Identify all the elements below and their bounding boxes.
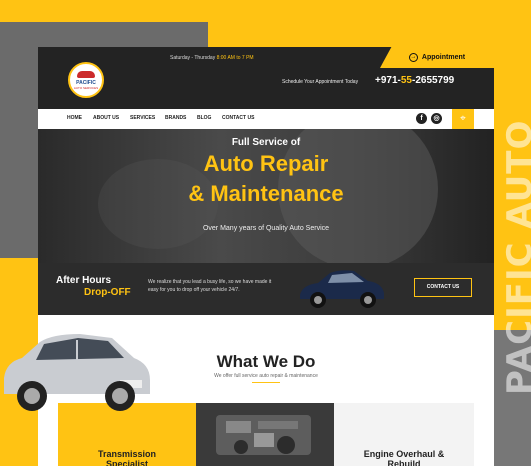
after-hours-title: After Hours bbox=[56, 275, 112, 286]
service-card-title: Engine Overhaul & Rebuild bbox=[363, 449, 445, 466]
service-card-title: Transmission Specialist bbox=[97, 449, 157, 466]
phone-area: 55 bbox=[400, 75, 412, 86]
instagram-icon[interactable]: ◎ bbox=[431, 113, 442, 124]
logo-car-icon bbox=[77, 70, 95, 78]
hero-title-line1: Auto Repair bbox=[203, 151, 329, 176]
phone-number[interactable]: +971-55-2655799 bbox=[375, 75, 454, 86]
map-pin-icon[interactable]: ⌖ bbox=[452, 109, 474, 129]
vertical-brand-text: PACIFIC AUTO bbox=[500, 119, 531, 395]
after-hours-description: We realize that you lead a busy life, so… bbox=[148, 279, 272, 293]
dark-car-image bbox=[300, 270, 384, 308]
service-card-engine-image[interactable] bbox=[196, 403, 334, 466]
after-hours-bar: After Hours Drop-OFF We realize that you… bbox=[38, 263, 494, 315]
drop-off-title: Drop-OFF bbox=[84, 287, 131, 298]
service-card-engine-overhaul[interactable]: Engine Overhaul & Rebuild bbox=[334, 403, 474, 466]
hours-days: Saturday - Thursday bbox=[170, 55, 217, 61]
appointment-label: Appointment bbox=[421, 54, 466, 61]
nav-item-contact[interactable]: CONTACT US bbox=[222, 115, 254, 121]
facebook-icon[interactable]: f bbox=[416, 113, 427, 124]
nav-item-blog[interactable]: BLOG bbox=[197, 115, 211, 121]
hero-banner: Full Service of Auto Repair & Maintenanc… bbox=[38, 129, 494, 263]
nav-item-about[interactable]: ABOUT US bbox=[93, 115, 119, 121]
hero-eyebrow: Full Service of bbox=[231, 137, 301, 148]
top-header: PACIFIC AUTO SERVICES Saturday - Thursda… bbox=[38, 47, 494, 109]
engine-image bbox=[196, 403, 334, 466]
schedule-text: Schedule Your Appointment Today bbox=[282, 79, 359, 85]
nav-item-brands[interactable]: BRANDS bbox=[165, 115, 186, 121]
phone-suffix: -2655799 bbox=[411, 75, 455, 86]
contact-us-button[interactable]: CONTACT US bbox=[414, 278, 472, 297]
section-divider bbox=[252, 382, 280, 383]
logo-tagline: AUTO SERVICES bbox=[73, 85, 99, 90]
nav-item-home[interactable]: HOME bbox=[67, 115, 82, 121]
hero-title-line2: & Maintenance bbox=[188, 181, 344, 206]
arrow-circle-icon: → bbox=[408, 53, 418, 62]
hero-subtitle: Over Many years of Quality Auto Service bbox=[202, 225, 330, 232]
hours-time: 8:00 AM to 7 PM bbox=[216, 55, 254, 61]
business-hours: Saturday - Thursday 8:00 AM to 7 PM bbox=[170, 55, 254, 61]
main-nav: HOME ABOUT US SERVICES BRANDS BLOG CONTA… bbox=[58, 109, 474, 129]
appointment-button[interactable]: → Appointment bbox=[380, 47, 494, 68]
site-logo[interactable]: PACIFIC AUTO SERVICES bbox=[68, 62, 104, 98]
silver-suv-image bbox=[4, 334, 150, 411]
nav-item-services[interactable]: SERVICES bbox=[130, 115, 155, 121]
phone-prefix: +971- bbox=[375, 75, 401, 86]
